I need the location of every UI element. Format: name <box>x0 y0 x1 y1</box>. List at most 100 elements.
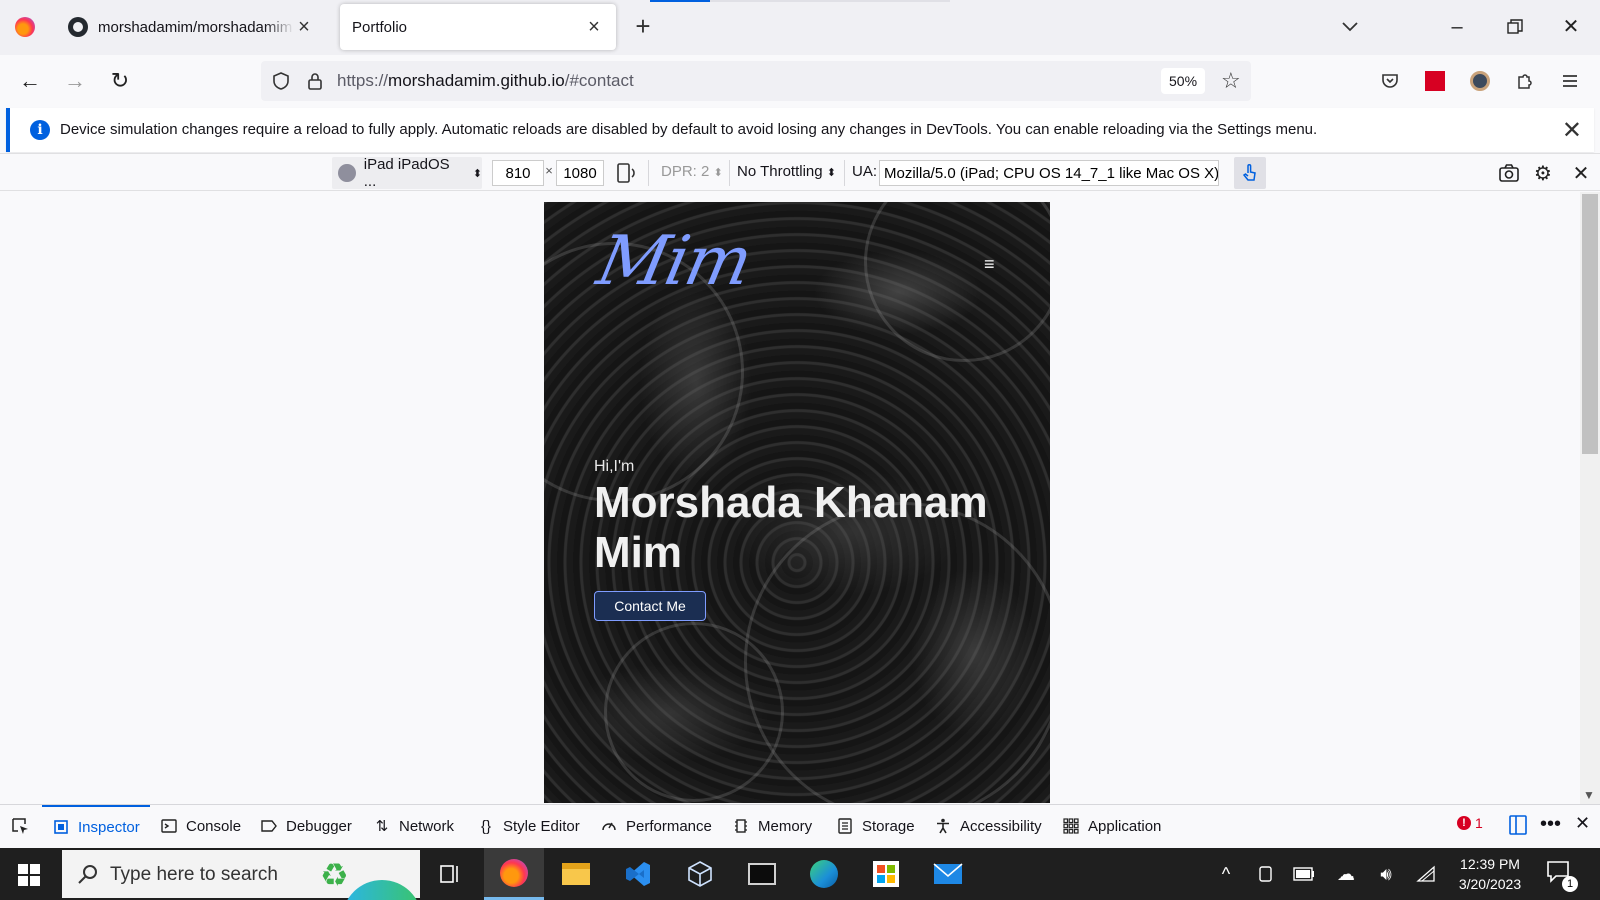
divider <box>844 160 845 186</box>
show-hidden-icons-chevron-icon[interactable]: ^ <box>1214 862 1238 886</box>
hero-greeting: Hi,I'm <box>594 458 635 475</box>
performance-gauge-icon <box>600 817 618 835</box>
user-agent-label: UA: <box>852 163 878 180</box>
device-selector[interactable]: iPad iPadOS ... ⬍ <box>332 156 482 190</box>
back-arrow-icon[interactable]: ← <box>16 67 44 95</box>
extensions-puzzle-icon[interactable] <box>1512 68 1538 94</box>
mail-icon[interactable] <box>918 848 978 900</box>
tab-inspector[interactable]: Inspector <box>42 805 150 847</box>
bookmark-star-icon[interactable]: ☆ <box>1221 69 1241 93</box>
tab-network[interactable]: ⇅ Network <box>373 805 454 847</box>
touch-simulation-hand-icon[interactable] <box>1234 157 1266 189</box>
address-bar[interactable]: https://morshadamim.github.io/#contact 5… <box>261 61 1251 101</box>
device-compass-icon <box>338 164 356 182</box>
tab-close-icon[interactable]: × <box>584 16 604 39</box>
screenshot-camera-icon[interactable] <box>1498 162 1520 184</box>
responsive-design-toolbar: iPad iPadOS ... ⬍ × DPR: 2 ⬍ No Throttli… <box>0 153 1600 191</box>
user-agent-input[interactable] <box>879 160 1219 186</box>
tab-performance[interactable]: Performance <box>600 805 712 847</box>
tab-accessibility[interactable]: Accessibility <box>934 805 1042 847</box>
avatar-extension-icon[interactable] <box>1467 68 1493 94</box>
more-options-icon[interactable]: ••• <box>1540 813 1561 836</box>
tab-debugger[interactable]: Debugger <box>260 805 352 847</box>
site-menu-hamburger-icon[interactable]: ≡ <box>984 254 995 275</box>
divider <box>648 160 649 186</box>
tab-storage[interactable]: Storage <box>836 805 915 847</box>
reload-icon[interactable]: ↻ <box>106 67 134 95</box>
tracking-shield-icon[interactable] <box>271 71 291 91</box>
scrollbar-thumb[interactable] <box>1582 194 1598 454</box>
tab-portfolio[interactable]: Portfolio × <box>340 4 616 50</box>
debugger-icon <box>260 817 278 835</box>
info-icon: i <box>30 120 50 140</box>
windows-start-icon[interactable] <box>18 864 40 886</box>
scroll-down-arrow-icon[interactable]: ▼ <box>1583 788 1595 802</box>
tab-label: Style Editor <box>503 817 580 835</box>
rotate-viewport-icon[interactable] <box>614 161 638 185</box>
error-counter[interactable]: ! 1 <box>1457 815 1483 831</box>
dpr-selector[interactable]: DPR: 2 ⬍ <box>661 163 723 180</box>
url-host: morshadamim.github.io <box>388 71 565 90</box>
github-icon <box>68 17 88 37</box>
terminal-icon[interactable] <box>732 848 792 900</box>
contact-me-button[interactable]: Contact Me <box>594 591 706 621</box>
file-explorer-icon[interactable] <box>546 848 606 900</box>
url-text[interactable]: https://morshadamim.github.io/#contact <box>337 71 634 91</box>
system-clock[interactable]: 12:39 PM 3/20/2023 <box>1440 854 1540 894</box>
page-scrollbar[interactable]: ▼ <box>1580 192 1600 804</box>
element-picker-icon[interactable] <box>10 805 30 847</box>
url-path: /#contact <box>564 71 634 90</box>
wifi-icon[interactable] <box>1414 862 1438 886</box>
meet-now-icon[interactable] <box>1254 862 1278 886</box>
tab-title: Portfolio <box>352 18 408 36</box>
color-picker-extension-icon[interactable] <box>1422 68 1448 94</box>
throttling-selector[interactable]: No Throttling ⬍ <box>737 163 836 180</box>
close-notification-icon[interactable]: ✕ <box>1562 116 1582 145</box>
action-center-icon[interactable]: 1 <box>1546 860 1578 892</box>
tab-memory[interactable]: Memory <box>732 805 812 847</box>
console-icon <box>160 817 178 835</box>
dpr-label: DPR: 2 <box>661 163 710 180</box>
site-logo[interactable]: Mim <box>591 222 758 301</box>
dock-side-icon[interactable] <box>1508 814 1528 836</box>
taskbar-search-box[interactable]: Type here to search ♻ <box>62 850 422 900</box>
tab-close-icon[interactable]: × <box>294 16 314 39</box>
edge-browser-icon[interactable] <box>794 848 854 900</box>
firefox-logo-icon[interactable] <box>15 17 35 37</box>
firefox-taskbar-icon[interactable] <box>484 848 544 900</box>
minimize-icon[interactable]: – <box>1442 12 1472 42</box>
new-tab-plus-icon[interactable]: + <box>630 13 656 39</box>
onedrive-cloud-icon[interactable]: ☁ <box>1334 862 1358 886</box>
recycle-icon: ♻ <box>320 857 349 893</box>
clock-time: 12:39 PM <box>1460 856 1520 872</box>
close-window-icon[interactable]: ✕ <box>1556 12 1586 42</box>
task-view-icon[interactable] <box>420 848 480 900</box>
tab-github[interactable]: morshadamim/morshadamim.github.io × <box>56 4 326 50</box>
accessibility-person-icon <box>934 817 952 835</box>
close-rdm-icon[interactable]: ✕ <box>1570 162 1592 185</box>
battery-icon[interactable] <box>1292 862 1316 886</box>
pocket-icon[interactable] <box>1377 68 1403 94</box>
tab-strip: morshadamim/morshadamim.github.io × Port… <box>0 0 1600 55</box>
3d-cube-app-icon[interactable] <box>670 848 730 900</box>
loading-indicator <box>650 0 710 2</box>
close-devtools-icon[interactable]: ✕ <box>1575 813 1590 834</box>
vscode-icon[interactable] <box>608 848 668 900</box>
settings-gear-icon[interactable]: ⚙ <box>1532 162 1554 185</box>
tab-style-editor[interactable]: {} Style Editor <box>477 805 580 847</box>
volume-speaker-icon[interactable]: 🔊︎ <box>1374 862 1398 886</box>
forward-arrow-icon[interactable]: → <box>61 67 89 95</box>
viewport-width-input[interactable] <box>492 160 544 186</box>
chevron-down-icon[interactable] <box>1340 16 1360 36</box>
app-menu-hamburger-icon[interactable] <box>1557 68 1583 94</box>
simulated-page: Mim ≡ Hi,I'm Morshada Khanam Mim Contact… <box>544 202 1050 803</box>
storage-icon <box>836 817 854 835</box>
lock-icon[interactable] <box>305 71 325 91</box>
restore-icon[interactable] <box>1500 12 1530 42</box>
tab-application[interactable]: Application <box>1062 805 1161 847</box>
microsoft-store-icon[interactable] <box>856 848 916 900</box>
notification-count-badge: 1 <box>1562 876 1578 892</box>
tab-console[interactable]: Console <box>160 805 241 847</box>
zoom-level-button[interactable]: 50% <box>1161 68 1206 94</box>
viewport-height-input[interactable] <box>556 160 604 186</box>
